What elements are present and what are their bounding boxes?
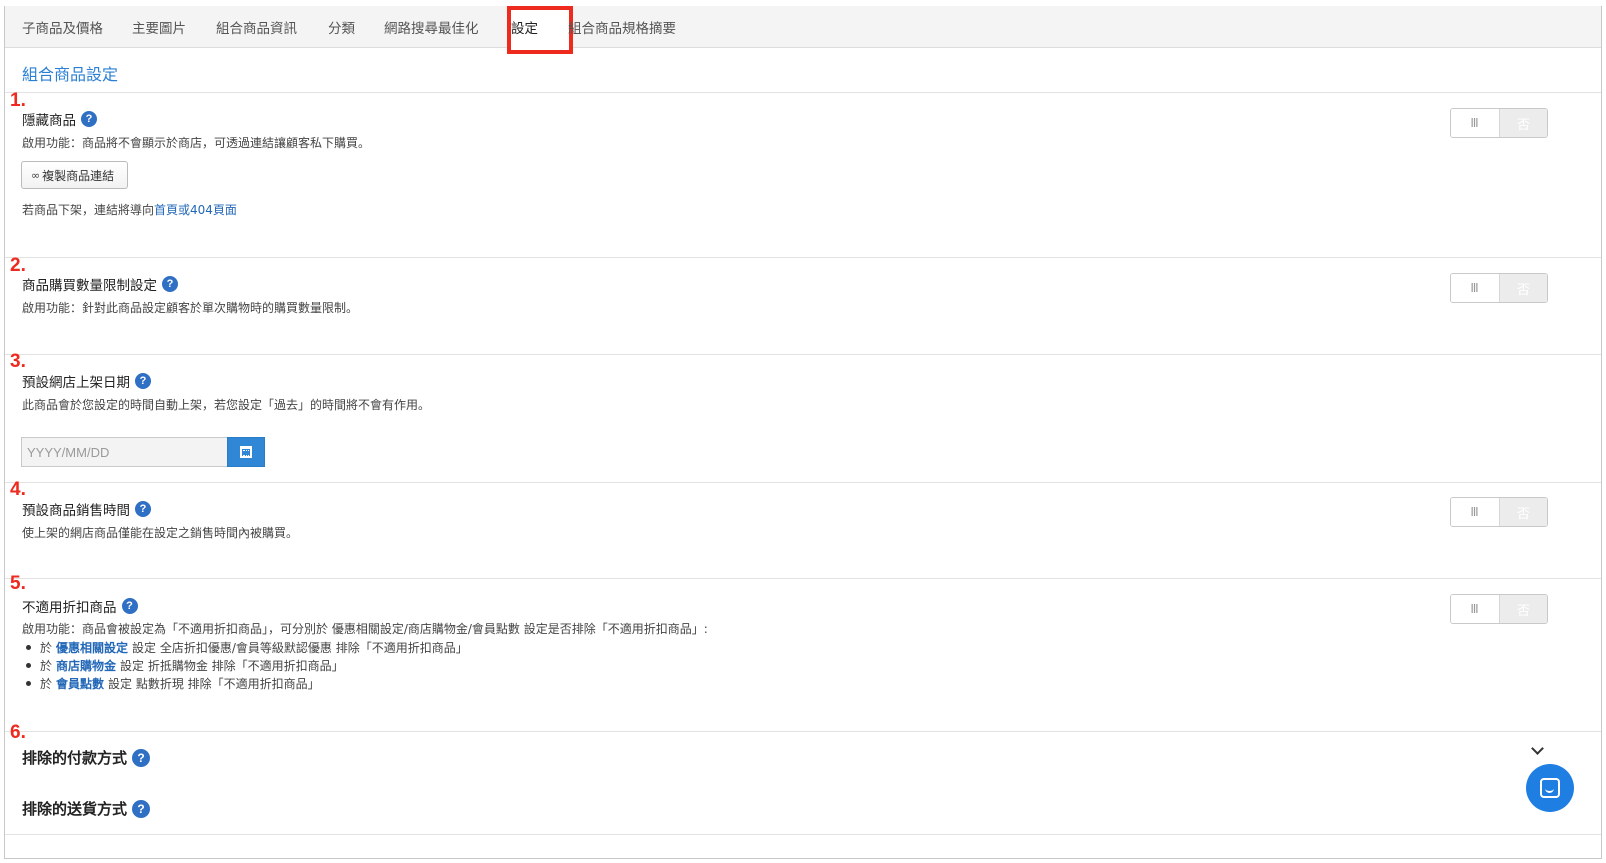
excluded-shipping-methods-label[interactable]: 排除的送貨方式 ? bbox=[22, 798, 151, 819]
tab-main-images[interactable]: 主要圖片 bbox=[132, 17, 186, 37]
no-discount-label-text: 不適用折扣商品 bbox=[22, 600, 117, 616]
tab-seo[interactable]: 網路搜尋最佳化 bbox=[384, 17, 479, 37]
bullet-suffix: 設定 全店折扣優惠/會員等級默認優惠 排除「不適用折扣商品」 bbox=[132, 640, 468, 655]
divider bbox=[5, 92, 1601, 93]
hidden-product-description: 啟用功能：商品將不會顯示於商店，可透過連結讓顧客私下購買。 bbox=[22, 136, 371, 150]
tab-bundle-spec-summary[interactable]: 組合商品規格摘要 bbox=[568, 17, 676, 37]
no-discount-toggle[interactable]: Ⅲ 否 bbox=[1450, 594, 1548, 624]
publish-date-description: 此商品會於您設定的時間自動上架，若您設定「過去」的時間將不會有作用。 bbox=[22, 398, 431, 412]
help-icon[interactable]: ? bbox=[132, 748, 151, 767]
list-item: 於 優惠相關設定 設定 全店折扣優惠/會員等級默認優惠 排除「不適用折扣商品」 bbox=[22, 638, 468, 656]
list-item: 於 會員點數 設定 點數折現 排除「不適用折扣商品」 bbox=[22, 674, 468, 692]
bullet-suffix: 設定 折抵購物金 排除「不適用折扣商品」 bbox=[120, 658, 344, 673]
divider bbox=[5, 482, 1601, 483]
excluded-payment-methods-text: 排除的付款方式 bbox=[22, 749, 128, 767]
chat-launcher-button[interactable] bbox=[1526, 764, 1574, 812]
tab-settings[interactable]: 設定 bbox=[511, 17, 538, 37]
help-icon[interactable]: ? bbox=[135, 373, 151, 389]
no-discount-bullet-list: 於 優惠相關設定 設定 全店折扣優惠/會員等級默認優惠 排除「不適用折扣商品」 … bbox=[22, 638, 468, 692]
calendar-icon bbox=[240, 446, 252, 458]
copy-product-link-button[interactable]: ∞ 複製商品連結 bbox=[21, 161, 128, 189]
sales-time-label-text: 預設商品銷售時間 bbox=[22, 503, 130, 519]
no-discount-description: 啟用功能：商品會被設定為「不適用折扣商品」，可分別於 優惠相關設定/商店購物金/… bbox=[22, 622, 708, 636]
chevron-down-icon[interactable] bbox=[1531, 744, 1543, 756]
tab-bundle-info[interactable]: 組合商品資訊 bbox=[216, 17, 297, 37]
excluded-shipping-methods-text: 排除的送貨方式 bbox=[22, 800, 128, 818]
help-icon[interactable]: ? bbox=[121, 598, 138, 614]
bullet-dot bbox=[26, 662, 31, 668]
divider bbox=[5, 834, 1601, 835]
toggle-off-side: 否 bbox=[1499, 498, 1547, 526]
annotation-number: 5. bbox=[10, 573, 26, 594]
help-icon[interactable]: ? bbox=[135, 501, 151, 517]
list-item: 於 商店購物金 設定 折抵購物金 排除「不適用折扣商品」 bbox=[22, 656, 468, 674]
help-icon[interactable]: ? bbox=[162, 276, 178, 292]
toggle-on-side: Ⅲ bbox=[1451, 595, 1499, 623]
tab-sub-products[interactable]: 子商品及價格 bbox=[22, 17, 103, 37]
bullet-suffix: 設定 點數折現 排除「不適用折扣商品」 bbox=[108, 676, 320, 691]
bullet-prefix: 於 bbox=[40, 640, 53, 655]
quantity-limit-toggle[interactable]: Ⅲ 否 bbox=[1450, 273, 1548, 303]
publish-date-input[interactable] bbox=[21, 437, 227, 467]
copy-product-link-label: 複製商品連結 bbox=[42, 168, 115, 183]
hidden-product-toggle[interactable]: Ⅲ 否 bbox=[1450, 108, 1548, 138]
sales-time-description: 使上架的網店商品僅能在設定之銷售時間內被購買。 bbox=[22, 526, 299, 540]
annotation-number: 3. bbox=[10, 351, 26, 372]
section-title: 組合商品設定 bbox=[22, 65, 119, 84]
toggle-off-side: 否 bbox=[1499, 274, 1547, 302]
store-credit-link[interactable]: 商店購物金 bbox=[56, 657, 116, 674]
divider bbox=[5, 731, 1601, 732]
annotation-number: 6. bbox=[10, 722, 26, 743]
bullet-prefix: 於 bbox=[40, 676, 53, 691]
toggle-off-side: 否 bbox=[1499, 109, 1547, 137]
tab-category[interactable]: 分類 bbox=[328, 17, 355, 37]
publish-date-picker bbox=[21, 437, 265, 467]
calendar-button[interactable] bbox=[227, 437, 265, 467]
no-discount-label: 不適用折扣商品 ? bbox=[22, 596, 138, 616]
hidden-product-note: 若商品下架，連結將導向首頁或404頁面 bbox=[22, 201, 237, 218]
publish-date-label-text: 預設網店上架日期 bbox=[22, 375, 130, 391]
toggle-on-side: Ⅲ bbox=[1451, 498, 1499, 526]
sales-time-toggle[interactable]: Ⅲ 否 bbox=[1450, 497, 1548, 527]
note-prefix: 若商品下架，連結將導向 bbox=[22, 203, 155, 217]
toggle-on-side: Ⅲ bbox=[1451, 109, 1499, 137]
hidden-product-label: 隱藏商品 ? bbox=[22, 109, 97, 129]
excluded-payment-methods-label[interactable]: 排除的付款方式 ? bbox=[22, 747, 151, 768]
divider bbox=[5, 257, 1601, 258]
bullet-dot bbox=[26, 680, 31, 686]
tab-bar: 子商品及價格 主要圖片 組合商品資訊 分類 網路搜尋最佳化 設定 組合商品規格摘… bbox=[5, 6, 1601, 54]
member-points-link[interactable]: 會員點數 bbox=[56, 675, 104, 692]
homepage-or-404-link[interactable]: 首頁或404頁面 bbox=[154, 203, 237, 217]
quantity-limit-description: 啟用功能：針對此商品設定顧客於單次購物時的購買數量限制。 bbox=[22, 301, 359, 315]
hidden-product-label-text: 隱藏商品 bbox=[22, 113, 76, 129]
promotion-settings-link[interactable]: 優惠相關設定 bbox=[56, 639, 128, 656]
sales-time-label: 預設商品銷售時間 ? bbox=[22, 499, 151, 519]
publish-date-label: 預設網店上架日期 ? bbox=[22, 371, 151, 391]
settings-panel: 子商品及價格 主要圖片 組合商品資訊 分類 網路搜尋最佳化 設定 組合商品規格摘… bbox=[4, 6, 1602, 859]
help-icon[interactable]: ? bbox=[132, 799, 151, 818]
quantity-limit-label-text: 商品購買數量限制設定 bbox=[22, 278, 157, 294]
divider bbox=[5, 578, 1601, 579]
quantity-limit-label: 商品購買數量限制設定 ? bbox=[22, 274, 178, 294]
toggle-off-side: 否 bbox=[1499, 595, 1547, 623]
bullet-prefix: 於 bbox=[40, 658, 53, 673]
link-icon: ∞ bbox=[31, 168, 41, 182]
bullet-dot bbox=[26, 644, 31, 650]
toggle-on-side: Ⅲ bbox=[1451, 274, 1499, 302]
chat-icon bbox=[1540, 778, 1560, 798]
divider bbox=[5, 354, 1601, 355]
annotation-number: 4. bbox=[10, 479, 26, 500]
help-icon[interactable]: ? bbox=[81, 111, 97, 127]
